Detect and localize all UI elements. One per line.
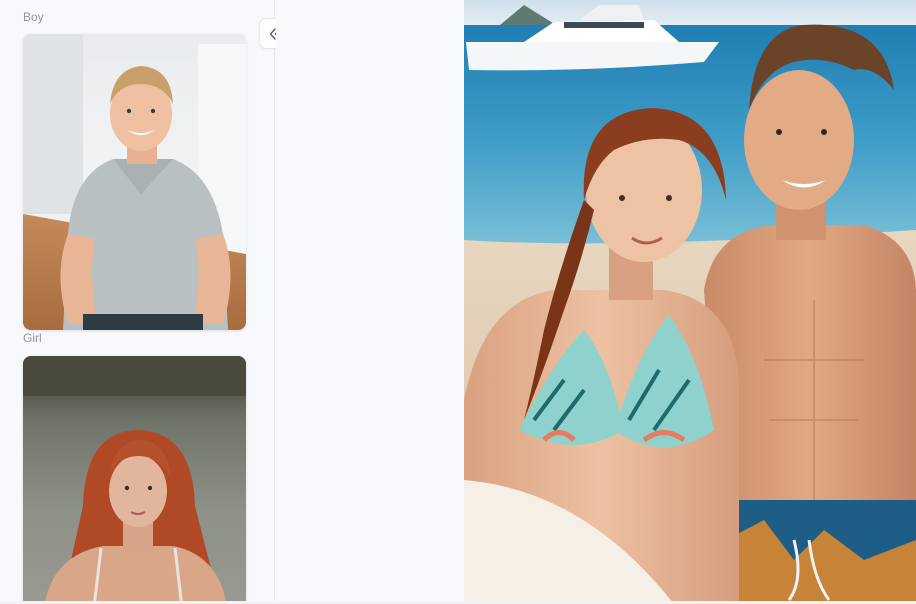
boy-section-label: Boy	[23, 10, 44, 24]
couple-beach-photo	[464, 0, 916, 604]
app-window: Boy Girl	[0, 0, 916, 604]
girl-photo-image	[23, 356, 246, 604]
girl-photo[interactable]	[23, 356, 246, 604]
girl-section-label: Girl	[23, 331, 42, 345]
result-image[interactable]	[464, 0, 916, 604]
boy-photo[interactable]	[23, 34, 246, 330]
source-photos-panel: Boy Girl	[0, 0, 275, 604]
empty-workspace	[276, 0, 464, 604]
boy-photo-image	[23, 34, 246, 330]
